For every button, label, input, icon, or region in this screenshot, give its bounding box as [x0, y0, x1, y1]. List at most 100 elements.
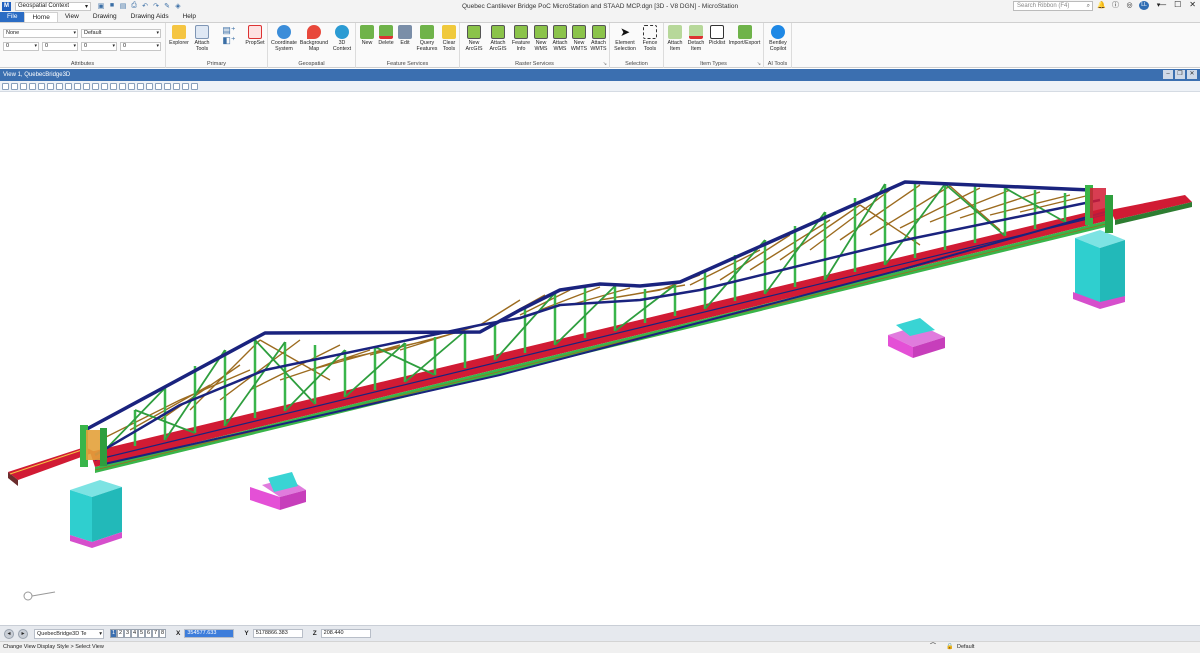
tab-file[interactable]: File: [0, 12, 25, 22]
avatar[interactable]: LL: [1139, 1, 1149, 10]
propset-button[interactable]: PropSet: [244, 25, 266, 46]
template-combo[interactable]: Default ▾: [81, 29, 161, 38]
view-canvas[interactable]: [0, 92, 1200, 625]
attach-item-button[interactable]: Attach Item: [665, 25, 685, 52]
primary-small-tools[interactable]: ▤⁺ ◧⁺: [215, 25, 243, 45]
workflow-selector[interactable]: Geospatial Context ▾: [15, 1, 91, 11]
copy-view-icon[interactable]: [146, 82, 153, 90]
rotate-view-icon[interactable]: [110, 82, 117, 90]
help-icon[interactable]: ⓘ: [1111, 1, 1120, 10]
toggle-views-icon[interactable]: [191, 82, 198, 90]
bentley-copilot-button[interactable]: Bentley Copilot: [766, 25, 790, 52]
snap-icon[interactable]: ⌒: [930, 642, 936, 653]
dialog-launcher-icon[interactable]: ↘: [603, 61, 607, 67]
tab-home[interactable]: Home: [24, 12, 58, 22]
style-combo[interactable]: 0 ▾: [42, 42, 78, 51]
delete-feature-button[interactable]: Delete: [377, 25, 395, 46]
attach-arcgis-button[interactable]: Attach ArcGIS: [487, 25, 509, 52]
tab-drawing[interactable]: Drawing: [86, 12, 124, 22]
view-5-button[interactable]: 5: [138, 629, 145, 638]
pan-view-icon[interactable]: [119, 82, 126, 90]
view-3-button[interactable]: 3: [124, 629, 131, 638]
clear-tools-button[interactable]: Clear Tools: [440, 25, 458, 52]
zoom-out-icon[interactable]: [83, 82, 90, 90]
query-features-button[interactable]: Query Features: [415, 25, 439, 52]
search-ribbon-input[interactable]: Search Ribbon (F4) ⌕: [1013, 1, 1093, 11]
view-2-button[interactable]: 2: [117, 629, 124, 638]
camera-icon[interactable]: [155, 82, 162, 90]
new-feature-button[interactable]: New: [358, 25, 376, 46]
color-combo[interactable]: 0 ▾: [3, 42, 39, 51]
open-icon[interactable]: ▣: [97, 2, 105, 10]
view-layers-icon[interactable]: [38, 82, 45, 90]
transparency-combo[interactable]: 0 ▾: [120, 42, 161, 51]
x-input[interactable]: 354577.633: [184, 629, 235, 638]
tab-help[interactable]: Help: [176, 12, 203, 22]
view-minimize-icon[interactable]: –: [1163, 70, 1173, 79]
window-area-icon[interactable]: [92, 82, 99, 90]
undo-icon[interactable]: ↶: [141, 2, 149, 10]
element-selection-button[interactable]: ➤ Element Selection: [612, 25, 638, 52]
dialog-launcher-icon[interactable]: ↘: [757, 61, 761, 67]
maximize-icon[interactable]: ☐: [1174, 0, 1181, 9]
walk-icon[interactable]: [65, 82, 72, 90]
save-icon[interactable]: ■: [108, 2, 116, 10]
zoom-in-icon[interactable]: [74, 82, 81, 90]
feature-info-button[interactable]: Feature Info: [511, 25, 531, 52]
view-7-button[interactable]: 7: [152, 629, 159, 638]
lock-icon[interactable]: 🔒: [946, 642, 953, 653]
view-8-button[interactable]: 8: [159, 629, 166, 638]
y-input[interactable]: 5178866.383: [252, 629, 303, 638]
view-restore-icon[interactable]: ❐: [1175, 70, 1185, 79]
view-1-button[interactable]: 1: [110, 629, 117, 638]
view-4-button[interactable]: 4: [131, 629, 138, 638]
save-settings-icon[interactable]: ▤: [119, 2, 127, 10]
fit-view-icon[interactable]: [101, 82, 108, 90]
detach-item-button[interactable]: Detach Item: [686, 25, 706, 52]
3d-context-button[interactable]: 3D Context: [330, 25, 354, 52]
explorer-button[interactable]: Explorer: [168, 25, 190, 46]
active-level[interactable]: Default: [957, 642, 974, 653]
model-selector[interactable]: QuebecBridge3D Te ▾: [34, 628, 104, 639]
notification-icon[interactable]: 🔔: [1097, 1, 1106, 10]
tab-view[interactable]: View: [58, 12, 86, 22]
next-view-icon[interactable]: [137, 82, 144, 90]
previous-view-icon[interactable]: [128, 82, 135, 90]
redo-icon[interactable]: ↷: [152, 2, 160, 10]
sync-icon[interactable]: ◈: [174, 2, 182, 10]
tab-drawing-aids[interactable]: Drawing Aids: [124, 12, 176, 22]
clip-mask-icon[interactable]: [173, 82, 180, 90]
view-close-icon[interactable]: ✕: [1187, 70, 1197, 79]
close-icon[interactable]: ✕: [1189, 0, 1196, 9]
lighting-icon[interactable]: [20, 82, 27, 90]
weight-combo[interactable]: 0 ▾: [81, 42, 117, 51]
attach-wms-button[interactable]: Attach WMS: [551, 25, 569, 52]
attach-wmts-button[interactable]: Attach WMTS: [589, 25, 608, 52]
clip-volume-icon[interactable]: [164, 82, 171, 90]
picklist-button[interactable]: Picklist: [707, 25, 727, 46]
edit-feature-button[interactable]: Edit: [396, 25, 414, 46]
forward-icon[interactable]: ▸: [18, 628, 28, 639]
new-wms-button[interactable]: New WMS: [532, 25, 550, 52]
background-map-button[interactable]: Background Map: [299, 25, 329, 52]
minimize-icon[interactable]: —: [1158, 0, 1166, 9]
z-input[interactable]: 208.440: [320, 629, 371, 638]
new-arcgis-button[interactable]: New ArcGIS: [463, 25, 485, 52]
attach-tools-button[interactable]: Attach Tools: [191, 25, 213, 52]
view-6-button[interactable]: 6: [145, 629, 152, 638]
import-export-button[interactable]: Import/Export: [727, 25, 762, 46]
view-clip-icon[interactable]: [56, 82, 63, 90]
level-combo[interactable]: None ▾: [3, 29, 78, 38]
print-icon[interactable]: ⎙: [130, 2, 138, 10]
new-wmts-button[interactable]: New WMTS: [570, 25, 588, 52]
display-set-icon[interactable]: [47, 82, 54, 90]
view-filter-icon[interactable]: [29, 82, 36, 90]
back-icon[interactable]: ◂: [4, 628, 14, 639]
connection-icon[interactable]: ◎: [1125, 1, 1134, 10]
app-icon[interactable]: M: [2, 1, 11, 11]
coordinate-system-button[interactable]: Coordinate System: [270, 25, 298, 52]
section-icon[interactable]: [182, 82, 189, 90]
view-attributes-icon[interactable]: [2, 82, 9, 90]
pin-icon[interactable]: ✎: [163, 2, 171, 10]
fence-tools-button[interactable]: Fence Tools: [639, 25, 661, 52]
